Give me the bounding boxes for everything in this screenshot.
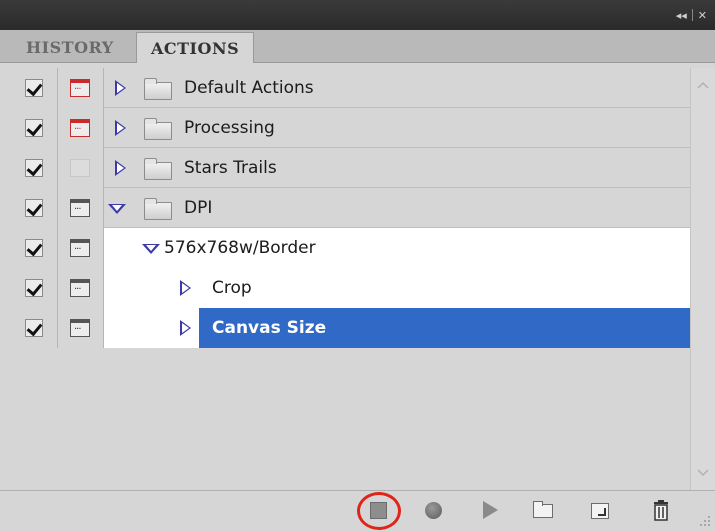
expand-triangle-icon[interactable]: [115, 80, 126, 96]
dialog-toggle-icon[interactable]: [70, 199, 90, 217]
action-set-row[interactable]: DPI: [12, 188, 690, 228]
dialog-toggle-icon[interactable]: [70, 79, 90, 97]
new-action-icon[interactable]: [591, 503, 609, 519]
toggle-item-checkbox[interactable]: [25, 159, 43, 177]
action-step-label: Canvas Size: [212, 318, 327, 338]
row-content: 576x768w/Border: [104, 228, 690, 268]
play-icon[interactable]: [483, 501, 498, 519]
controls-separator: [691, 9, 693, 21]
panel-title-bar: ◂◂ ✕: [0, 0, 715, 30]
panel-controls: ◂◂ ✕: [676, 8, 707, 22]
scroll-down-icon[interactable]: [697, 466, 709, 478]
expand-triangle-icon[interactable]: [115, 160, 126, 176]
resize-grip-icon[interactable]: [699, 515, 711, 527]
action-set-label: Stars Trails: [184, 158, 277, 178]
dialog-toggle-icon[interactable]: [70, 319, 90, 337]
dialog-cell: [58, 308, 104, 348]
action-step-label: Crop: [212, 278, 252, 298]
collapse-icon[interactable]: ◂◂: [676, 9, 687, 22]
action-row[interactable]: 576x768w/Border: [12, 228, 690, 268]
toggle-item-checkbox[interactable]: [25, 199, 43, 217]
folder-icon: [144, 158, 172, 180]
action-set-row[interactable]: Stars Trails: [12, 148, 690, 188]
expand-triangle-icon[interactable]: [115, 120, 126, 136]
toggle-item-checkbox[interactable]: [25, 319, 43, 337]
scroll-up-icon[interactable]: [697, 80, 709, 92]
row-content: Stars Trails: [104, 148, 690, 188]
collapse-triangle-icon[interactable]: [108, 204, 126, 214]
action-set-label: Processing: [184, 118, 275, 138]
dialog-cell: [58, 268, 104, 308]
toggle-cell: [12, 268, 58, 308]
toggle-cell: [12, 68, 58, 108]
dialog-cell: [58, 68, 104, 108]
toggle-cell: [12, 228, 58, 268]
toggle-cell: [12, 108, 58, 148]
toggle-cell: [12, 188, 58, 228]
dialog-toggle-icon[interactable]: [70, 279, 90, 297]
action-step-row[interactable]: Crop: [12, 268, 690, 308]
toggle-cell: [12, 308, 58, 348]
expand-triangle-icon[interactable]: [180, 320, 191, 336]
tab-actions[interactable]: ACTIONS: [136, 32, 255, 63]
close-icon[interactable]: ✕: [698, 9, 707, 22]
record-icon[interactable]: [425, 502, 442, 519]
actions-list: Default Actions Processing Stars Trails: [12, 68, 690, 490]
toggle-item-checkbox[interactable]: [25, 279, 43, 297]
action-set-row[interactable]: Processing: [12, 108, 690, 148]
tab-bar: HISTORY ACTIONS: [0, 30, 715, 81]
row-content: DPI: [104, 188, 690, 228]
dialog-toggle-icon[interactable]: [70, 239, 90, 257]
row-content: Default Actions: [104, 68, 690, 108]
action-set-label: DPI: [184, 198, 213, 218]
toggle-cell: [12, 148, 58, 188]
action-step-row-selected[interactable]: Canvas Size: [12, 308, 690, 348]
dialog-cell: [58, 228, 104, 268]
expand-triangle-icon[interactable]: [180, 280, 191, 296]
stop-icon[interactable]: [370, 502, 387, 519]
collapse-triangle-icon[interactable]: [142, 244, 160, 254]
trash-icon[interactable]: [652, 499, 670, 521]
dialog-cell: [58, 108, 104, 148]
toggle-item-checkbox[interactable]: [25, 239, 43, 257]
row-content: Processing: [104, 108, 690, 148]
action-set-row[interactable]: Default Actions: [12, 68, 690, 108]
vertical-scrollbar[interactable]: [690, 68, 715, 490]
row-content: Crop: [104, 268, 690, 308]
row-content: Canvas Size: [104, 308, 690, 348]
toggle-item-checkbox[interactable]: [25, 79, 43, 97]
dialog-toggle-icon[interactable]: [70, 119, 90, 137]
toggle-item-checkbox[interactable]: [25, 119, 43, 137]
new-set-folder-icon[interactable]: [533, 501, 553, 518]
folder-icon: [144, 118, 172, 140]
folder-icon: [144, 198, 172, 220]
action-label: 576x768w/Border: [164, 238, 316, 258]
dialog-cell: [58, 148, 104, 188]
dialog-toggle-icon[interactable]: [70, 159, 90, 177]
dialog-cell: [58, 188, 104, 228]
bottom-toolbar: [0, 490, 715, 531]
folder-icon: [144, 78, 172, 100]
action-set-label: Default Actions: [184, 78, 314, 98]
tab-history[interactable]: HISTORY: [12, 32, 128, 63]
